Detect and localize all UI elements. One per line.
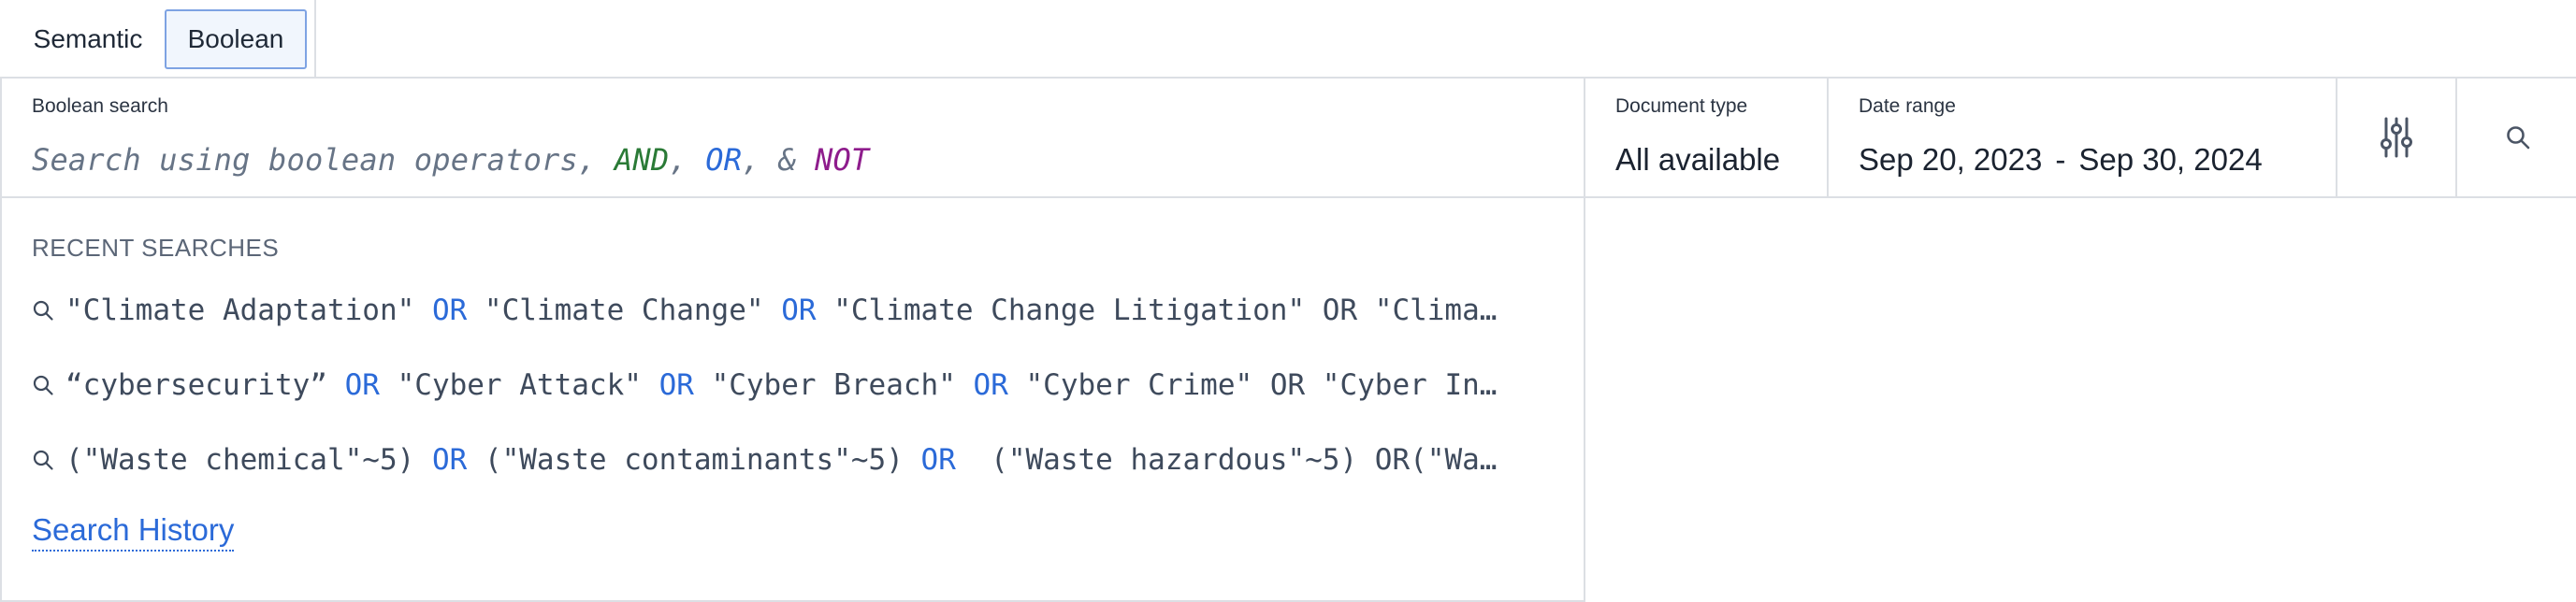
date-start: Sep 20, 2023 — [1859, 142, 2043, 177]
search-icon — [2506, 126, 2529, 150]
query-operator: OR — [781, 294, 817, 327]
search-button-inner[interactable] — [2457, 79, 2576, 196]
query-segment: "Climate Change" — [467, 294, 782, 327]
document-type-value: All available — [1615, 142, 1781, 177]
tab-semantic[interactable]: Semantic — [13, 9, 163, 69]
date-range-value: Sep 20, 2023- Sep 30, 2024 — [1859, 142, 2263, 178]
query-operator: OR — [431, 443, 468, 477]
date-range-label: Date range — [1859, 95, 1956, 117]
search-icon — [32, 374, 65, 396]
boolean-search-field[interactable]: Boolean search Search using boolean oper… — [2, 79, 1585, 196]
operator-not: NOT — [815, 142, 870, 178]
boolean-search-label: Boolean search — [32, 95, 168, 117]
query-segment: "Cyber Breach" — [693, 368, 974, 402]
query-operator: OR — [920, 443, 956, 477]
date-separator: - — [2055, 142, 2066, 177]
date-end: Sep 30, 2024 — [2078, 142, 2263, 177]
placeholder-sep-2: , & — [742, 142, 816, 178]
document-type-select[interactable]: Document type All available — [1585, 79, 1829, 196]
search-history-link[interactable]: Search History — [32, 512, 235, 552]
query-segment: ("Waste contaminants"~5) — [467, 443, 921, 477]
search-button[interactable] — [2457, 79, 2576, 196]
query-segment: "Climate Adaptation" — [65, 294, 432, 327]
search-mode-tabs: Semantic Boolean — [0, 0, 316, 79]
recent-search-query: “cybersecurity” OR "Cyber Attack" OR "Cy… — [65, 368, 1556, 402]
recent-search-query: ("Waste chemical"~5) OR ("Waste contamin… — [65, 443, 1556, 477]
boolean-search-input[interactable]: Search using boolean operators, AND, OR,… — [32, 142, 869, 178]
document-type-label: Document type — [1615, 95, 1748, 117]
search-bar: Boolean search Search using boolean oper… — [0, 77, 2576, 198]
recent-search-query: "Climate Adaptation" OR "Climate Change"… — [65, 294, 1556, 327]
query-operator: OR — [973, 368, 1008, 402]
query-operator: OR — [658, 368, 694, 402]
recent-searches-heading: RECENT SEARCHES — [32, 234, 280, 262]
date-range-picker[interactable]: Date range Sep 20, 2023- Sep 30, 2024 — [1829, 79, 2337, 196]
recent-search-item[interactable]: "Climate Adaptation" OR "Climate Change"… — [32, 282, 1556, 338]
tab-boolean[interactable]: Boolean — [165, 9, 307, 69]
query-segment: ("Waste chemical"~5) — [65, 443, 432, 477]
query-segment: “cybersecurity” — [65, 368, 345, 402]
search-icon — [32, 299, 65, 322]
filter-button-inner[interactable] — [2337, 79, 2455, 196]
recent-search-item[interactable]: ("Waste chemical"~5) OR ("Waste contamin… — [32, 432, 1556, 488]
query-segment: ("Waste hazardous"~5) OR("Wa… — [955, 443, 1498, 477]
sliders-icon — [2381, 117, 2412, 158]
recent-searches-dropdown: RECENT SEARCHES "Climate Adaptation" OR … — [0, 196, 1585, 602]
query-segment: "Cyber Attack" — [379, 368, 659, 402]
search-icon — [32, 449, 65, 471]
operator-and: AND — [614, 142, 670, 178]
recent-search-item[interactable]: “cybersecurity” OR "Cyber Attack" OR "Cy… — [32, 357, 1556, 413]
query-operator: OR — [344, 368, 380, 402]
placeholder-text: Search using boolean operators, — [32, 142, 615, 178]
placeholder-sep-1: , — [669, 142, 706, 178]
query-operator: OR — [431, 294, 468, 327]
operator-or: OR — [705, 142, 743, 178]
query-segment: "Cyber Crime" OR "Cyber In… — [1007, 368, 1498, 402]
query-segment: "Climate Change Litigation" OR "Clima… — [816, 294, 1498, 327]
filter-button[interactable] — [2337, 79, 2457, 196]
